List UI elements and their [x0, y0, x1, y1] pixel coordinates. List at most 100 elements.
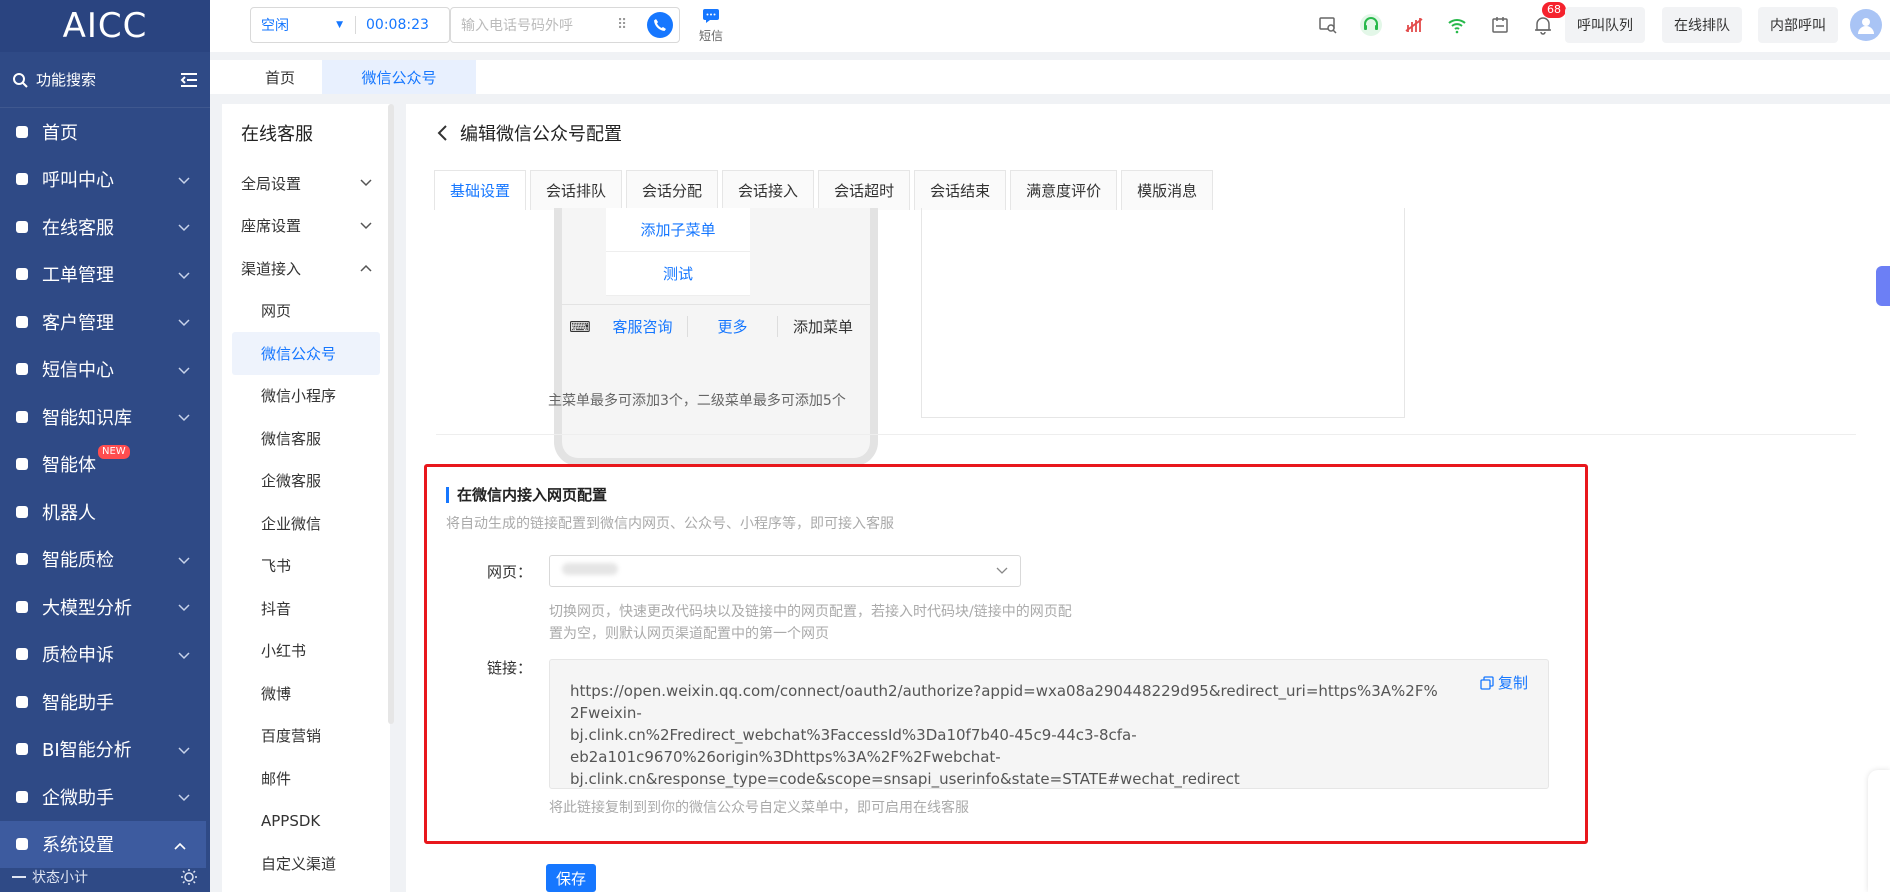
status-summary[interactable]: 状态小计	[0, 862, 210, 892]
sidebar-item[interactable]: 呼叫中心	[0, 156, 210, 204]
tab-session-timeout[interactable]: 会话超时	[818, 170, 911, 210]
internal-call-button[interactable]: 内部呼叫	[1758, 7, 1838, 43]
sidebar-item-label: 智能质检	[42, 550, 114, 572]
sidebar-item[interactable]: 大模型分析	[0, 583, 210, 631]
channel-item[interactable]: 微博	[222, 672, 390, 715]
tab-session-assign[interactable]: 会话分配	[626, 170, 719, 210]
link-line: bj.clink.cn%2Fredirect_webchat%3FaccessI…	[570, 726, 1137, 744]
collapse-menu-icon[interactable]	[180, 72, 198, 88]
tab-satisfaction[interactable]: 满意度评价	[1010, 170, 1118, 210]
sidebar-item[interactable]: 智能体 NEW	[0, 441, 210, 489]
page-title: 编辑微信公众号配置	[460, 124, 622, 145]
tab-session-end[interactable]: 会话结束	[914, 170, 1007, 210]
add-submenu-button[interactable]: 添加子菜单	[606, 208, 750, 252]
sms-button[interactable]: 短信	[696, 8, 726, 44]
sidebar-item-label: 系统设置	[42, 835, 114, 857]
channel-item[interactable]: APPSDK	[222, 800, 390, 843]
dial-input[interactable]: 输入电话号码外呼	[461, 15, 617, 35]
phone-icon	[12, 169, 32, 189]
sidebar-item[interactable]: 智能知识库	[0, 393, 210, 441]
sidebar-item[interactable]: 客户管理	[0, 298, 210, 346]
copy-button[interactable]: 复制	[1480, 672, 1528, 693]
agent-status-select[interactable]: 空闲 ▼ 00:08:23	[250, 7, 450, 43]
mute-icon[interactable]	[1401, 12, 1427, 38]
sidebar-item[interactable]: BI智能分析	[0, 726, 210, 774]
tab-session-access[interactable]: 会话接入	[722, 170, 815, 210]
sidebar-item[interactable]: 智能助手	[0, 678, 210, 726]
web-select-value	[562, 563, 996, 579]
calendar-icon[interactable]	[1487, 12, 1513, 38]
tab-home[interactable]: 首页	[230, 60, 330, 94]
keypad-icon[interactable]: ⠿	[617, 17, 647, 33]
headset-icon[interactable]	[1358, 12, 1384, 38]
floating-toolbar[interactable]	[1868, 770, 1890, 892]
tab-session-queue[interactable]: 会话排队	[530, 170, 623, 210]
channel-item[interactable]: 自定义渠道	[222, 842, 390, 885]
keyboard-icon[interactable]: ⌨	[562, 318, 598, 336]
left-nav: AICC 功能搜索 首页 呼叫中心 在线客服 工单管理 客户管理 短信中心 智能知识库 智能体…	[0, 0, 210, 892]
link-line: eb2a101c9670%26origin%3Dhttps%3A%2F%2Fwe…	[570, 748, 1001, 766]
sidebar-item[interactable]: 质检申诉	[0, 631, 210, 679]
link-line: bj.clink.cn&response_type=code&scope=sns…	[570, 770, 1240, 788]
tab-wechat-official[interactable]: 微信公众号	[322, 60, 476, 94]
wifi-icon[interactable]	[1444, 12, 1470, 38]
sidebar-item[interactable]: 工单管理	[0, 251, 210, 299]
monitor-search-icon[interactable]	[1315, 12, 1341, 38]
channel-item[interactable]: 小红书	[222, 630, 390, 673]
avatar[interactable]	[1850, 9, 1882, 41]
submenu-group-seat[interactable]: 座席设置	[222, 205, 390, 248]
menu-more[interactable]: 更多	[688, 316, 778, 337]
sidebar-item-label: 工单管理	[42, 265, 114, 287]
channel-item[interactable]: 邮件	[222, 757, 390, 800]
sidebar-item[interactable]: 智能质检	[0, 536, 210, 584]
submenu-group-global[interactable]: 全局设置	[222, 162, 390, 205]
chevron-down-icon	[360, 222, 372, 229]
save-button[interactable]: 保存	[546, 864, 596, 892]
menu-customer-service[interactable]: 客服咨询	[598, 316, 688, 337]
channel-item[interactable]: 微信公众号	[232, 332, 380, 375]
sidebar-item[interactable]: 首页	[0, 108, 210, 156]
submenu-group-channel[interactable]: 渠道接入	[222, 247, 390, 290]
sidebar-item[interactable]: 在线客服	[0, 203, 210, 251]
online-queue-button[interactable]: 在线排队	[1662, 7, 1742, 43]
link-box: https://open.weixin.qq.com/connect/oauth…	[549, 659, 1549, 789]
menu-hint: 主菜单最多可添加3个，二级菜单最多可添加5个	[548, 393, 846, 409]
tab-basic-settings[interactable]: 基础设置	[434, 170, 527, 210]
channel-item[interactable]: 企业微信	[222, 502, 390, 545]
call-queue-button[interactable]: 呼叫队列	[1565, 7, 1645, 43]
sidebar-item-label: 客户管理	[42, 312, 114, 334]
channel-item[interactable]: 抖音	[222, 587, 390, 630]
chevron-down-icon	[178, 169, 190, 190]
submenu-item-test[interactable]: 测试	[606, 252, 750, 296]
function-search[interactable]: 功能搜索	[0, 52, 210, 108]
floating-assistant-tab[interactable]	[1876, 266, 1890, 306]
tab-template-message[interactable]: 模版消息	[1121, 170, 1214, 210]
section-title: 在微信内接入网页配置	[446, 487, 607, 503]
channel-item[interactable]: 微信小程序	[222, 375, 390, 418]
channel-item[interactable]: 企微客服	[222, 460, 390, 503]
sidebar-item[interactable]: 机器人	[0, 488, 210, 536]
sidebar-item[interactable]: 企微助手	[0, 773, 210, 821]
dial-input-group[interactable]: 输入电话号码外呼 ⠿	[450, 7, 680, 43]
phone-icon	[654, 19, 666, 31]
back-arrow-icon[interactable]	[436, 124, 448, 142]
divider	[436, 434, 1856, 435]
channel-item[interactable]: 微信客服	[222, 417, 390, 460]
link-text[interactable]: https://open.weixin.qq.com/connect/oauth…	[570, 680, 1440, 790]
submenu-scrollbar[interactable]	[388, 104, 394, 724]
sidebar-item-label: 智能助手	[42, 692, 114, 714]
copy-label: 复制	[1497, 674, 1528, 692]
chevron-down-icon	[178, 786, 190, 807]
web-label: 网页：	[487, 563, 533, 581]
call-button[interactable]	[647, 12, 673, 38]
bell-icon[interactable]: 68	[1530, 2, 1566, 38]
channel-item[interactable]: 百度营销	[222, 715, 390, 758]
web-select[interactable]	[549, 555, 1021, 587]
sidebar-item[interactable]: 系统设置	[0, 820, 206, 868]
add-menu-button[interactable]: 添加菜单	[778, 316, 868, 337]
sidebar-item[interactable]: 短信中心	[0, 346, 210, 394]
pie-icon	[12, 739, 32, 759]
channel-item[interactable]: 网页	[222, 290, 390, 333]
channel-item[interactable]: 飞书	[222, 545, 390, 588]
sun-icon[interactable]	[180, 868, 198, 886]
